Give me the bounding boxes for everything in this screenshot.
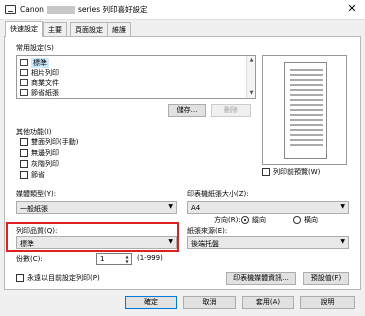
common-settings-list[interactable]: 標準 相片列印 商業文件 節省紙張 ▲ ▼ [16, 55, 256, 99]
list-item[interactable]: 相片列印 [20, 68, 59, 77]
standard-icon [20, 59, 28, 66]
media-type-label: 媒體類型(Y): [16, 190, 57, 198]
portrait-label: 縱向 [252, 216, 266, 224]
close-icon[interactable]: ✕ [345, 2, 359, 15]
page-preview [284, 62, 327, 159]
print-quality-value: 標準 [20, 240, 34, 248]
orientation-label: 方向(R): [214, 216, 241, 224]
chevron-down-icon: ▼ [168, 203, 173, 210]
window-title-prefix: Canon [20, 5, 44, 14]
paper-source-label: 紙張來源(E): [187, 227, 228, 235]
printer-icon [5, 5, 16, 14]
ok-button[interactable]: 確定 [125, 296, 177, 309]
tab-main[interactable]: 主要 [43, 22, 67, 36]
grayscale-checkbox[interactable] [20, 160, 28, 168]
chevron-down-icon: ▼ [340, 203, 345, 210]
copies-label: 份數(C): [16, 255, 43, 263]
paper-size-select[interactable]: A4 ▼ [187, 201, 349, 214]
print-quality-select[interactable]: 標準 ▼ [16, 236, 177, 249]
tab-page-setup[interactable]: 頁面設定 [70, 22, 108, 36]
duplex-label: 雙面列印(手動) [31, 138, 79, 146]
portrait-radio[interactable] [241, 216, 249, 224]
tab-maintenance[interactable]: 維護 [107, 22, 131, 36]
defaults-button[interactable]: 預設值(F) [303, 272, 349, 285]
window-title-suffix: series 列印喜好設定 [77, 5, 148, 14]
borderless-label: 無邊列印 [31, 149, 59, 157]
always-print-checkbox[interactable] [16, 274, 24, 282]
delete-button[interactable]: 刪除 [211, 104, 251, 117]
photo-icon [20, 69, 28, 76]
printer-media-info-button[interactable]: 印表機媒體資訊... [226, 272, 296, 285]
landscape-radio[interactable] [293, 216, 301, 224]
copies-stepper[interactable]: 1 ▲ ▼ [96, 253, 132, 265]
help-button[interactable]: 說明 [300, 296, 355, 309]
eco-label: 節省 [31, 171, 45, 179]
apply-button[interactable]: 套用(A) [242, 296, 294, 309]
print-preview [262, 55, 347, 165]
duplex-checkbox[interactable] [20, 138, 28, 146]
copies-value: 1 [100, 255, 105, 263]
landscape-label: 橫向 [304, 216, 318, 224]
additional-features-label: 其他功能(I) [16, 128, 52, 136]
redacted-model-name [46, 6, 75, 14]
scroll-down-icon[interactable]: ▼ [247, 89, 255, 98]
preview-before-print-checkbox[interactable] [262, 168, 270, 176]
chevron-down-icon: ▼ [340, 238, 345, 245]
scroll-up-icon[interactable]: ▲ [247, 56, 255, 65]
grayscale-label: 灰階列印 [31, 160, 59, 168]
window-title: Canon series 列印喜好設定 [20, 4, 148, 15]
copies-range: (1-999) [137, 254, 163, 262]
paper-saving-icon [20, 89, 28, 96]
list-item[interactable]: 標準 [20, 57, 49, 68]
paper-size-label: 印表機紙張大小(Z): [187, 190, 249, 198]
eco-checkbox[interactable] [20, 171, 28, 179]
preview-before-print-label: 列印前預覽(W) [273, 168, 321, 176]
paper-source-value: 後端托盤 [191, 240, 219, 248]
common-settings-label: 常用設定(S) [16, 44, 54, 52]
print-quality-label: 列印品質(Q): [16, 227, 58, 235]
tab-quick-setup[interactable]: 快速設定 [5, 21, 43, 37]
always-print-label: 永遠以目前設定列印(P) [27, 274, 100, 282]
list-scrollbar[interactable]: ▲ ▼ [246, 56, 255, 98]
save-button[interactable]: 儲存... [168, 104, 206, 117]
paper-size-value: A4 [191, 204, 201, 212]
borderless-checkbox[interactable] [20, 149, 28, 157]
document-icon [20, 79, 28, 86]
decrement-icon[interactable]: ▼ [123, 259, 131, 264]
media-type-value: 一般紙張 [20, 205, 48, 213]
chevron-down-icon: ▼ [168, 238, 173, 245]
list-item[interactable]: 商業文件 [20, 78, 59, 87]
paper-source-select[interactable]: 後端托盤 ▼ [187, 236, 349, 249]
cancel-button[interactable]: 取消 [183, 296, 236, 309]
title-bar: Canon series 列印喜好設定 ✕ [0, 0, 365, 20]
list-item[interactable]: 節省紙張 [20, 88, 59, 97]
media-type-select[interactable]: 一般紙張 ▼ [16, 201, 177, 214]
